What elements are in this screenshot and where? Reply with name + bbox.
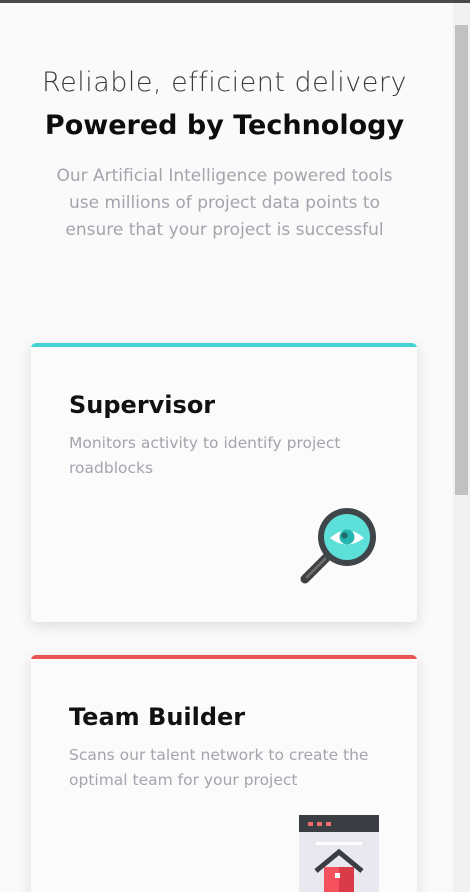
card-supervisor: Supervisor Monitors activity to identify… [31, 343, 417, 622]
hero-description: Our Artificial Intelligence powered tool… [56, 166, 393, 240]
card-description: Monitors activity to identify project ro… [69, 434, 341, 477]
card-accent-bar [31, 655, 417, 659]
scrollbar-thumb[interactable] [455, 25, 468, 495]
card-title: Supervisor [69, 391, 216, 419]
page-viewport: Reliable, efficient delivery Powered by … [0, 3, 453, 892]
hero-title: Powered by Technology [44, 110, 405, 141]
card-description: Scans our talent network to create the o… [69, 746, 369, 789]
card-title: Team Builder [69, 703, 246, 731]
magnifier-eye-icon [300, 508, 376, 584]
vertical-scrollbar[interactable] [453, 3, 470, 892]
hero-subtitle: Reliable, efficient delivery [42, 67, 407, 98]
team-builder-icon [299, 815, 379, 892]
card-team-builder: Team Builder Scans our talent network to… [31, 655, 417, 892]
card-accent-bar [31, 343, 417, 347]
